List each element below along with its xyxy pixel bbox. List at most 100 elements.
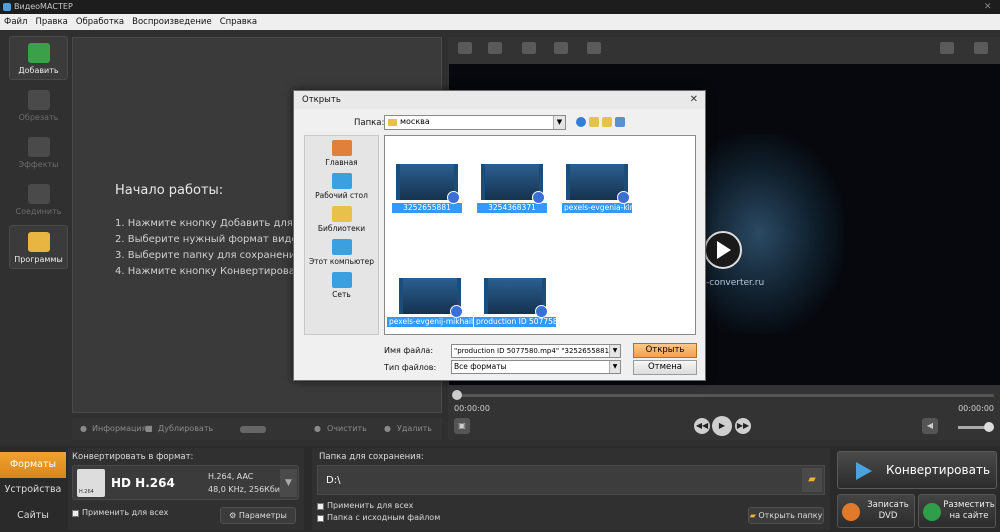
burn-dvd-button[interactable]: Записать DVD [837, 494, 915, 528]
place-home[interactable]: Главная [305, 140, 378, 167]
seek-bar[interactable] [454, 394, 994, 397]
motion-icon[interactable] [587, 42, 601, 54]
programs-button-label: Программы [14, 255, 63, 264]
close-icon[interactable]: ✕ [690, 91, 698, 109]
effects-button[interactable]: Эффекты [9, 131, 68, 175]
chevron-down-icon[interactable]: ▼ [280, 469, 297, 497]
file-pane[interactable]: 3252655881 3254368371 pexels-evgenia-kir… [384, 135, 696, 335]
filename-input[interactable]: "production ID 5077580.mp4" "3252655881.… [451, 344, 621, 358]
volume-handle[interactable] [984, 422, 994, 432]
clear-button[interactable]: Очистить [327, 424, 367, 433]
start-step-1: 1. Нажмите кнопку Добавить для д [115, 218, 303, 229]
snapshot-icon[interactable] [974, 42, 988, 54]
left-toolbar: Добавить Обрезать Эффекты Соединить Прог… [0, 30, 72, 446]
gif-icon[interactable] [940, 42, 954, 54]
place-network[interactable]: Сеть [305, 272, 378, 299]
open-folder-button[interactable]: ▰ Открыть папку [748, 507, 824, 524]
browse-folder-icon[interactable]: ▰ [802, 468, 822, 492]
convert-button[interactable]: Конвертировать [837, 451, 997, 489]
menu-file[interactable]: Файл [0, 14, 31, 30]
file-item[interactable]: pexels-evgenia-kirpic... [562, 164, 632, 213]
menu-edit[interactable]: Правка [31, 14, 71, 30]
place-libraries[interactable]: Библиотеки [305, 206, 378, 233]
brightness-icon[interactable] [522, 42, 536, 54]
start-step-2: 2. Выберите нужный формат видео из [115, 234, 319, 245]
place-home-label: Главная [325, 158, 358, 167]
clear-icon: ● [314, 424, 321, 433]
speed-icon[interactable] [554, 42, 568, 54]
tab-sites[interactable]: Сайты [0, 503, 66, 529]
volume-icon[interactable]: ◀ [922, 418, 938, 434]
prev-icon[interactable]: ◀◀ [694, 418, 710, 434]
format-selector[interactable]: H.264 HD H.264 H.264, AAC 48,0 KHz, 256К… [72, 465, 299, 500]
new-folder-icon[interactable] [602, 117, 612, 127]
save-folder-field[interactable]: D:\ ▰ [317, 465, 825, 495]
open-button[interactable]: Открыть [633, 343, 697, 358]
window-close-icon[interactable]: ✕ [984, 2, 996, 12]
format-icon-badge: H.264 [79, 489, 94, 495]
menu-help[interactable]: Справка [216, 14, 261, 30]
join-button[interactable]: Соединить [9, 178, 68, 222]
folder-select[interactable]: москва ▼ [384, 115, 566, 130]
menu-process[interactable]: Обработка [72, 14, 128, 30]
programs-button[interactable]: Программы [9, 225, 68, 269]
convert-panel: Конвертировать Записать DVD Разместить н… [834, 448, 1000, 532]
apply-all-format-checkbox[interactable] [72, 510, 79, 517]
format-codecs: H.264, AAC [208, 472, 254, 481]
folder-label: Папка: [354, 118, 385, 128]
effects-button-label: Эффекты [18, 160, 59, 169]
filetype-select[interactable]: Все форматы ▼ [451, 360, 621, 374]
cancel-button[interactable]: Отмена [633, 360, 697, 375]
network-icon [331, 272, 352, 288]
programs-icon [27, 232, 50, 252]
next-icon[interactable]: ▶▶ [735, 418, 751, 434]
crop-icon[interactable] [488, 42, 502, 54]
save-panel: Папка для сохранения: D:\ ▰ Применить дл… [312, 448, 830, 530]
parameters-button[interactable]: ⚙ Параметры [220, 507, 296, 524]
screenshot-icon[interactable]: ▣ [454, 418, 470, 434]
h264-format-icon: H.264 [77, 469, 105, 497]
up-folder-icon[interactable] [589, 117, 599, 127]
menu-playback[interactable]: Воспроизведение [128, 14, 216, 30]
chevron-down-icon[interactable]: ▼ [609, 345, 620, 357]
filename-value: "production ID 5077580.mp4" "3252655881.… [454, 347, 620, 355]
filename-label: Имя файла: [384, 346, 434, 355]
delete-button[interactable]: Удалить [397, 424, 432, 433]
play-icon[interactable]: ▶ [712, 416, 732, 436]
libraries-icon [331, 206, 352, 222]
trim-button[interactable]: Обрезать [9, 84, 68, 128]
file-item[interactable]: 3254368371 [477, 164, 547, 213]
back-icon[interactable] [576, 117, 586, 127]
chevron-down-icon[interactable]: ▼ [553, 116, 565, 129]
video-thumbnail [399, 278, 463, 318]
apply-all-save-label: Применить для всех [327, 501, 414, 510]
file-item[interactable]: production ID 5077580 [474, 278, 556, 327]
format-label: Конвертировать в формат: [72, 452, 194, 462]
view-toggle[interactable] [240, 426, 266, 433]
preview-brand-text: -converter.ru [706, 278, 765, 288]
place-desktop[interactable]: Рабочий стол [305, 173, 378, 200]
upload-site-button[interactable]: Разместить на сайте [918, 494, 996, 528]
filmstrip-icon[interactable] [458, 42, 472, 54]
total-time: 00:00:00 [958, 404, 994, 413]
save-folder-label: Папка для сохранения: [319, 452, 424, 462]
tab-devices[interactable]: Устройства [0, 477, 66, 503]
apply-all-save-checkbox[interactable] [317, 503, 324, 510]
burn-dvd-label: Записать DVD [867, 500, 909, 521]
file-item[interactable]: 3252655881 [392, 164, 462, 213]
place-computer[interactable]: Этот компьютер [305, 239, 378, 266]
chevron-down-icon[interactable]: ▼ [609, 361, 620, 373]
file-item[interactable]: pexels-evgenij-mikhail... [387, 278, 473, 327]
video-thumbnail [566, 164, 630, 204]
tab-formats[interactable]: Форматы [0, 452, 66, 478]
home-icon [331, 140, 352, 156]
view-menu-icon[interactable] [615, 117, 625, 127]
seek-handle[interactable] [452, 390, 462, 400]
source-folder-checkbox[interactable] [317, 515, 324, 522]
duplicate-button[interactable]: Дублировать [158, 424, 213, 433]
info-button[interactable]: Информация [92, 424, 146, 433]
start-step-4: 4. Нажмите кнопку Конвертировать [115, 266, 307, 277]
format-audio-spec: 48,0 KHz, 256Кбит [208, 485, 285, 494]
add-button[interactable]: Добавить [9, 36, 68, 80]
save-folder-path: D:\ [326, 475, 341, 486]
